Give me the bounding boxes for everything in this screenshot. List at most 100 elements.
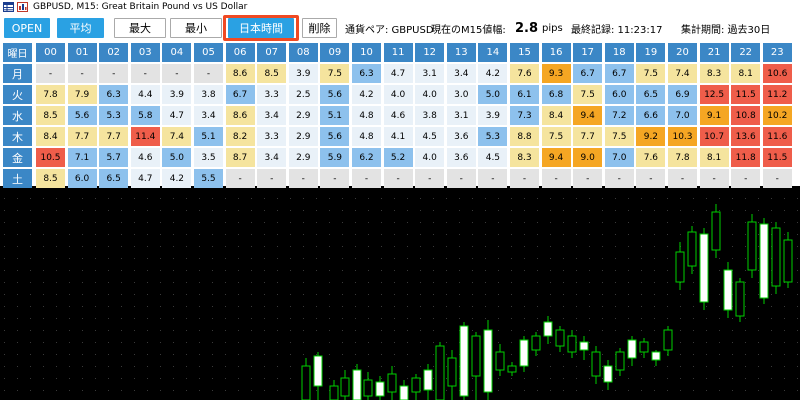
grid-dot [56,390,57,391]
grid-dot [758,198,759,199]
grid-dot [82,342,83,343]
grid-dot [433,198,434,199]
grid-dot [381,222,382,223]
grid-dot [797,222,798,223]
grid-dot [589,306,590,307]
grid-dot [4,378,5,379]
hour-header: 19 [636,43,666,62]
grid-dot [355,366,356,367]
grid-dot [4,354,5,355]
grid-dot [238,270,239,271]
grid-dot [498,378,499,379]
grid-dot [654,198,655,199]
hour-header: 07 [257,43,287,62]
grid-dot [4,306,5,307]
grid-dot [472,246,473,247]
grid-dot [56,234,57,235]
table-cell: 9.1 [699,106,729,125]
table-cell: 5.7 [99,148,129,167]
grid-dot [290,246,291,247]
grid-dot [446,378,447,379]
grid-dot [212,354,213,355]
grid-dot [134,198,135,199]
open-button[interactable]: OPEN [4,18,50,38]
max-button[interactable]: 最大 [114,18,166,38]
grid-dot [615,234,616,235]
grid-dot [472,390,473,391]
grid-dot [95,378,96,379]
grid-dot [368,354,369,355]
grid-dot [82,354,83,355]
grid-dot [186,198,187,199]
grid-dot [537,258,538,259]
grid-dot [615,246,616,247]
grid-dot [251,234,252,235]
grid-dot [108,258,109,259]
table-cell: 6.7 [225,85,255,104]
grid-dot [602,222,603,223]
grid-dot [433,234,434,235]
table-cell: 7.6 [636,148,666,167]
grid-dot [121,294,122,295]
grid-dot [420,330,421,331]
bull-candle [555,329,565,347]
grid-dot [173,318,174,319]
grid-dot [693,330,694,331]
table-cell: 2.9 [288,148,318,167]
grid-dot [472,234,473,235]
grid-dot [95,354,96,355]
grid-dot [550,246,551,247]
grid-dot [602,258,603,259]
table-cell: 4.2 [352,85,381,104]
min-button[interactable]: 最小 [170,18,222,38]
grid-dot [264,318,265,319]
grid-dot [56,246,57,247]
grid-dot [576,354,577,355]
grid-dot [615,198,616,199]
grid-dot [693,270,694,271]
grid-dot [30,378,31,379]
grid-dot [589,258,590,259]
average-button[interactable]: 平均 [57,18,104,38]
grid-dot [381,246,382,247]
table-cell: 4.8 [352,127,381,146]
grid-dot [264,210,265,211]
grid-dot [173,330,174,331]
grid-dot [95,222,96,223]
grid-dot [355,354,356,355]
grid-dot [797,306,798,307]
grid-dot [147,306,148,307]
delete-button[interactable]: 削除 [302,18,337,38]
grid-dot [329,234,330,235]
grid-dot [511,318,512,319]
grid-dot [186,282,187,283]
grid-dot [732,354,733,355]
table-cell: 9.4 [573,106,603,125]
grid-dot [433,270,434,271]
grid-dot [173,246,174,247]
grid-dot [121,318,122,319]
grid-dot [277,234,278,235]
grid-dot [641,306,642,307]
grid-dot [745,198,746,199]
grid-dot [758,390,759,391]
grid-dot [745,306,746,307]
grid-dot [784,342,785,343]
grid-dot [628,330,629,331]
grid-dot [30,294,31,295]
grid-dot [56,330,57,331]
header-row: 曜日 00 01 02 03 04 05 06 07 08 09 10 11 12 13 14 15 16 17 18… [3,43,792,62]
period-label: 集計期間: 過去30日 [681,24,771,36]
grid-dot [199,234,200,235]
price-chart[interactable] [0,186,800,400]
grid-dot [134,246,135,247]
grid-dot [199,222,200,223]
grid-dot [121,198,122,199]
jst-button[interactable]: 日本時間 [228,18,294,38]
grid-dot [212,282,213,283]
grid-dot [95,366,96,367]
grid-dot [524,318,525,319]
grid-dot [264,342,265,343]
grid-dot [628,222,629,223]
grid-dot [719,318,720,319]
